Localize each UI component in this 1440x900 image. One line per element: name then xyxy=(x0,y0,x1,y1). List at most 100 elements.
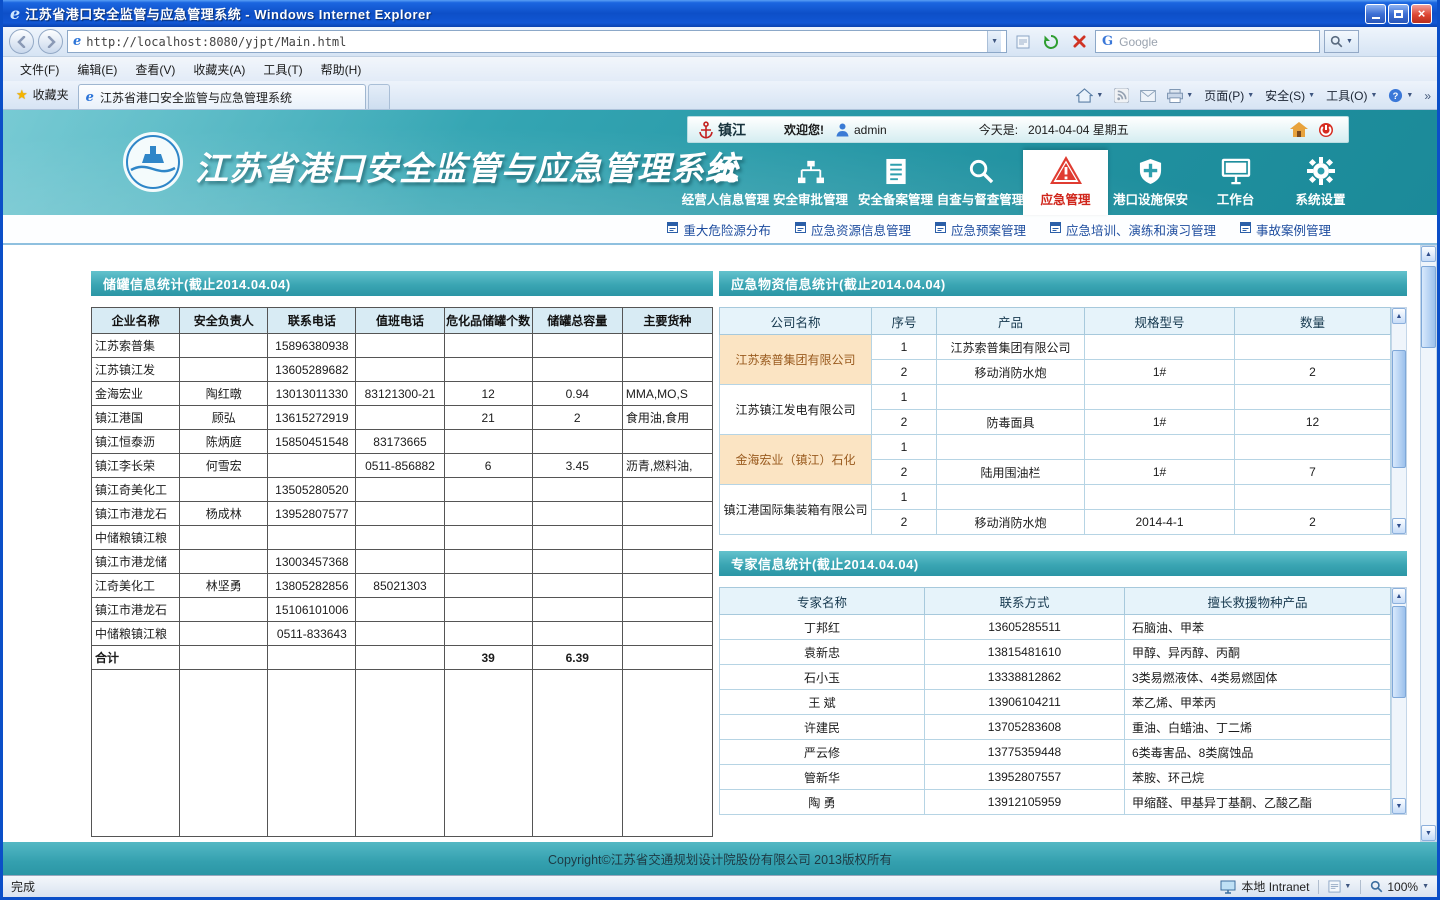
submenu-item[interactable]: 应急培训、演练和演习管理 xyxy=(1050,220,1216,239)
page-scrollbar[interactable]: ▲ ▼ xyxy=(1420,245,1437,842)
address-dropdown-button[interactable]: ▼ xyxy=(987,31,1001,52)
menu-item[interactable]: 工具(T) xyxy=(254,58,311,81)
read-mail-button[interactable] xyxy=(1140,90,1156,102)
title-bar: e 江苏省港口安全监管与应急管理系统 - Windows Internet Ex… xyxy=(3,0,1437,27)
nav-item[interactable]: 系统设置 xyxy=(1278,150,1363,215)
submenu-item[interactable]: 应急资源信息管理 xyxy=(795,220,911,239)
tools-menu-button[interactable]: 工具(O) ▼ xyxy=(1326,87,1377,104)
cell xyxy=(622,646,712,670)
favorites-button[interactable]: ★ 收藏夹 xyxy=(7,82,78,109)
submenu-item-label: 重大危险源分布 xyxy=(683,220,771,239)
toolbar-overflow-icon[interactable]: » xyxy=(1424,89,1431,103)
nav-item[interactable]: 港口设施保安 xyxy=(1108,150,1193,215)
menu-item[interactable]: 查看(V) xyxy=(126,58,184,81)
compatibility-view-button[interactable] xyxy=(1011,30,1035,53)
tools-menu-label: 工具(O) xyxy=(1326,87,1367,104)
address-input[interactable]: e http://localhost:8080/yjpt/Main.html ▼ xyxy=(67,30,1007,53)
close-button[interactable]: × xyxy=(1411,4,1432,24)
menu-item[interactable]: 帮助(H) xyxy=(312,58,371,81)
scroll-down-button[interactable]: ▼ xyxy=(1392,798,1406,814)
forward-button[interactable] xyxy=(38,29,63,54)
table-row: 江苏索普集15896380938 xyxy=(92,334,713,358)
company-cell: 江苏镇江发电有限公司 xyxy=(720,385,872,435)
browser-tab[interactable]: e 江苏省港口安全监管与应急管理系统 xyxy=(78,84,366,109)
star-icon: ★ xyxy=(16,87,28,103)
menu-item[interactable]: 收藏夹(A) xyxy=(184,58,254,81)
supplies-scrollbar[interactable]: ▲ ▼ xyxy=(1391,307,1407,535)
submenu-item[interactable]: 重大危险源分布 xyxy=(667,220,771,239)
cell xyxy=(622,526,712,550)
nav-item[interactable]: 自查与督查管理 xyxy=(938,150,1023,215)
cell: 镇江市港龙储 xyxy=(92,550,180,574)
home-shortcut-icon[interactable] xyxy=(1290,122,1308,138)
scroll-up-button[interactable]: ▲ xyxy=(1392,588,1406,604)
submenu-item-icon xyxy=(1050,222,1061,236)
scroll-thumb[interactable] xyxy=(1392,606,1406,698)
nav-item-label: 应急管理 xyxy=(1040,189,1090,208)
cell: 陆用围油栏 xyxy=(937,460,1085,485)
submenu-item[interactable]: 事故案例管理 xyxy=(1240,220,1331,239)
nav-item-label: 系统设置 xyxy=(1295,189,1345,208)
scroll-thumb[interactable] xyxy=(1392,350,1406,468)
stop-button[interactable] xyxy=(1067,30,1091,53)
org-chart-icon xyxy=(796,155,826,185)
nav-item[interactable]: 工作台 xyxy=(1193,150,1278,215)
scroll-up-button[interactable]: ▲ xyxy=(1392,308,1406,324)
cell xyxy=(180,550,268,574)
experts-scrollbar[interactable]: ▲ ▼ xyxy=(1391,587,1407,815)
page-header: 江苏省港口安全监管与应急管理系统 镇江 欢迎您! admin 今天是: 2014… xyxy=(3,110,1437,215)
minimize-button[interactable] xyxy=(1365,4,1386,24)
table-row: 中储粮镇江粮 xyxy=(92,526,713,550)
nav-item-label: 工作台 xyxy=(1217,189,1255,208)
cell xyxy=(622,478,712,502)
cell: 镇江奇美化工 xyxy=(92,478,180,502)
menu-item[interactable]: 文件(F) xyxy=(11,58,68,81)
search-button[interactable]: ▼ xyxy=(1324,30,1359,53)
cell: 陶 勇 xyxy=(720,790,925,815)
cell: 1 xyxy=(872,385,937,410)
new-tab-button[interactable] xyxy=(368,84,390,109)
menu-item[interactable]: 编辑(E) xyxy=(68,58,126,81)
page-menu-button[interactable]: 页面(P) ▼ xyxy=(1204,87,1254,104)
maximize-button[interactable] xyxy=(1388,4,1409,24)
cell xyxy=(622,430,712,454)
feeds-button[interactable] xyxy=(1114,88,1129,103)
search-input[interactable]: G Google xyxy=(1095,30,1320,53)
scroll-track[interactable] xyxy=(1421,262,1436,825)
filler-cell xyxy=(532,670,622,837)
nav-item[interactable]: 应急管理 xyxy=(1023,150,1108,215)
home-button[interactable]: ▼ xyxy=(1076,88,1103,103)
logout-power-icon[interactable] xyxy=(1318,122,1334,138)
cell xyxy=(356,478,444,502)
back-button[interactable] xyxy=(9,29,34,54)
table-row: 丁邦红13605285511石脑油、甲苯 xyxy=(720,615,1391,640)
nav-item-label: 港口设施保安 xyxy=(1113,189,1188,208)
print-button[interactable]: ▼ xyxy=(1167,89,1193,103)
nav-item[interactable]: 安全备案管理 xyxy=(853,150,938,215)
warning-triangle-icon xyxy=(1049,155,1083,185)
table-header-row: 专家名称联系方式擅长救援物种产品 xyxy=(720,588,1391,615)
nav-item[interactable]: 安全审批管理 xyxy=(768,150,853,215)
cell: 中储粮镇江粮 xyxy=(92,622,180,646)
scroll-track[interactable] xyxy=(1392,604,1406,798)
zoom-control[interactable]: 100% ▼ xyxy=(1370,880,1429,894)
help-button[interactable]: ? ▼ xyxy=(1388,88,1413,103)
magnifier-icon xyxy=(967,155,994,185)
cell: 13338812862 xyxy=(925,665,1125,690)
protected-mode-button[interactable]: ▼ xyxy=(1328,880,1351,893)
submenu-item[interactable]: 应急预案管理 xyxy=(935,220,1026,239)
scroll-up-button[interactable]: ▲ xyxy=(1421,246,1436,262)
scroll-down-button[interactable]: ▼ xyxy=(1392,518,1406,534)
refresh-button[interactable] xyxy=(1039,30,1063,53)
column-header: 公司名称 xyxy=(720,308,872,335)
cell xyxy=(180,478,268,502)
cell: 严云修 xyxy=(720,740,925,765)
scroll-down-button[interactable]: ▼ xyxy=(1421,825,1436,841)
safety-menu-button[interactable]: 安全(S) ▼ xyxy=(1265,87,1315,104)
cell xyxy=(622,502,712,526)
scroll-track[interactable] xyxy=(1392,324,1406,518)
supplies-scroll-area: 公司名称序号产品规格型号数量江苏索普集团有限公司1江苏索普集团有限公司2移动消防… xyxy=(719,307,1407,535)
cell: 13912105959 xyxy=(925,790,1125,815)
scroll-thumb[interactable] xyxy=(1421,266,1436,348)
nav-item[interactable]: 经营人信息管理 xyxy=(683,150,768,215)
